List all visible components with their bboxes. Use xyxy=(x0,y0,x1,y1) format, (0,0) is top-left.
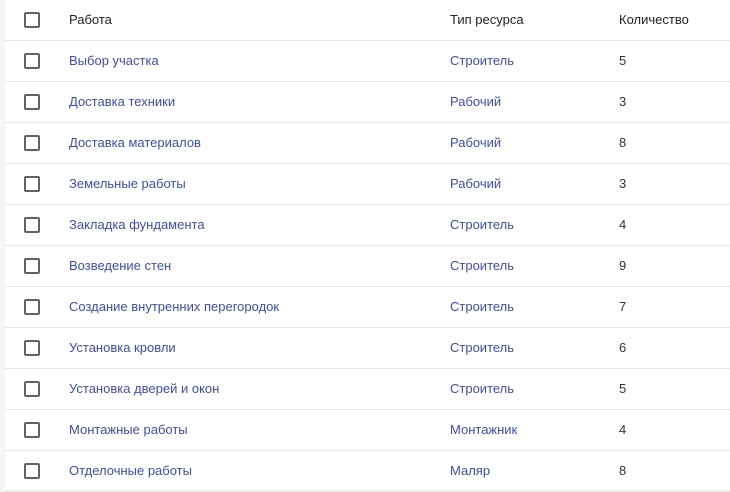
row-checkbox[interactable] xyxy=(24,94,40,110)
table-row[interactable]: Создание внутренних перегородок Строител… xyxy=(5,287,730,328)
resource-type[interactable]: Рабочий xyxy=(450,123,501,163)
quantity: 9 xyxy=(619,258,627,273)
row-checkbox[interactable] xyxy=(24,422,40,438)
work-name[interactable]: Возведение стен xyxy=(69,246,171,286)
resource-type[interactable]: Строитель xyxy=(450,246,514,286)
table-row[interactable]: Монтажные работы Монтажник 4 xyxy=(5,410,730,451)
table-row[interactable]: Установка кровли Строитель 6 xyxy=(5,328,730,369)
work-name[interactable]: Монтажные работы xyxy=(69,410,188,450)
work-name[interactable]: Земельные работы xyxy=(69,164,186,204)
row-checkbox[interactable] xyxy=(24,217,40,233)
quantity: 5 xyxy=(619,381,627,396)
quantity: 6 xyxy=(619,340,627,355)
work-name[interactable]: Доставка техники xyxy=(69,82,175,122)
table-row[interactable]: Доставка материалов Рабочий 8 xyxy=(5,123,730,164)
table-row[interactable]: Доставка техники Рабочий 3 xyxy=(5,82,730,123)
quantity: 5 xyxy=(619,53,627,68)
table-row[interactable]: Возведение стен Строитель 9 xyxy=(5,246,730,287)
row-checkbox[interactable] xyxy=(24,463,40,479)
work-name[interactable]: Выбор участка xyxy=(69,41,159,81)
table-row[interactable]: Отделочные работы Маляр 8 xyxy=(5,451,730,492)
resource-type[interactable]: Маляр xyxy=(450,451,490,491)
resource-type[interactable]: Строитель xyxy=(450,41,514,81)
quantity: 4 xyxy=(619,422,627,437)
column-header-work[interactable]: Работа xyxy=(69,0,112,40)
row-checkbox[interactable] xyxy=(24,381,40,397)
table-row[interactable]: Закладка фундамента Строитель 4 xyxy=(5,205,730,246)
resource-type[interactable]: Строитель xyxy=(450,328,514,368)
work-name[interactable]: Создание внутренних перегородок xyxy=(69,287,279,327)
row-checkbox[interactable] xyxy=(24,176,40,192)
resource-type[interactable]: Рабочий xyxy=(450,82,501,122)
resource-table: Работа Тип ресурса Количество Выбор учас… xyxy=(5,0,730,492)
quantity: 8 xyxy=(619,463,627,478)
quantity: 3 xyxy=(619,176,627,191)
resource-type[interactable]: Монтажник xyxy=(450,410,517,450)
work-name[interactable]: Установка кровли xyxy=(69,328,176,368)
resource-type[interactable]: Рабочий xyxy=(450,164,501,204)
work-name[interactable]: Установка дверей и окон xyxy=(69,369,219,409)
quantity: 4 xyxy=(619,217,627,232)
table-row[interactable]: Земельные работы Рабочий 3 xyxy=(5,164,730,205)
row-checkbox[interactable] xyxy=(24,258,40,274)
column-header-quantity[interactable]: Количество xyxy=(619,0,689,40)
row-checkbox[interactable] xyxy=(24,299,40,315)
resource-type[interactable]: Строитель xyxy=(450,205,514,245)
work-name[interactable]: Отделочные работы xyxy=(69,451,192,491)
work-name[interactable]: Закладка фундамента xyxy=(69,205,205,245)
quantity: 7 xyxy=(619,299,627,314)
table-row[interactable]: Выбор участка Строитель 5 xyxy=(5,41,730,82)
row-checkbox[interactable] xyxy=(24,340,40,356)
quantity: 8 xyxy=(619,135,627,150)
work-name[interactable]: Доставка материалов xyxy=(69,123,201,163)
row-checkbox[interactable] xyxy=(24,53,40,69)
row-checkbox[interactable] xyxy=(24,135,40,151)
table-body: Выбор участка Строитель 5 Доставка техни… xyxy=(5,41,730,492)
column-header-resource-type[interactable]: Тип ресурса xyxy=(450,0,524,40)
table-row[interactable]: Установка дверей и окон Строитель 5 xyxy=(5,369,730,410)
quantity: 3 xyxy=(619,94,627,109)
table-header: Работа Тип ресурса Количество xyxy=(5,0,730,41)
select-all-checkbox[interactable] xyxy=(24,12,40,28)
resource-type[interactable]: Строитель xyxy=(450,287,514,327)
resource-type[interactable]: Строитель xyxy=(450,369,514,409)
